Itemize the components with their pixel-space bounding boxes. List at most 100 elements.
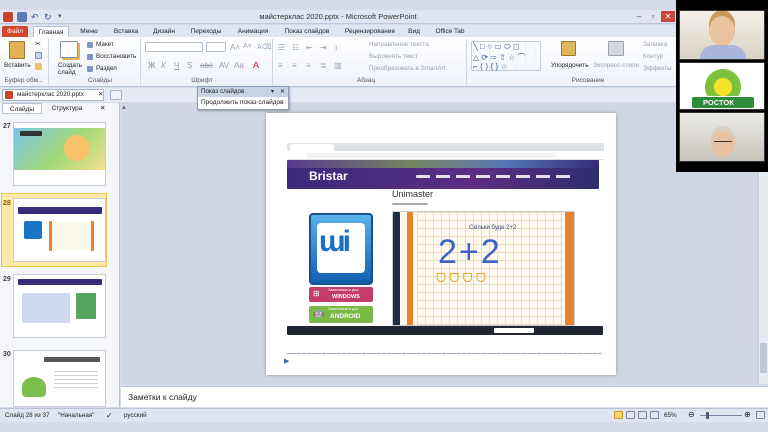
font-size-select[interactable]	[206, 42, 226, 52]
quick-styles-button[interactable]: Экспресс-стили	[593, 62, 639, 69]
slide-thumbnail-28[interactable]	[13, 198, 106, 262]
popup-menu-icon[interactable]: ▾	[271, 88, 274, 95]
line-spacing-icon[interactable]: ↕	[334, 43, 338, 52]
tab-menu[interactable]: Меню	[75, 26, 103, 37]
bold-icon[interactable]: Ж	[148, 61, 155, 70]
arrange-icon[interactable]	[561, 41, 576, 56]
convert-smartart-button[interactable]: Преобразовать в SmartArt	[369, 65, 445, 72]
zoom-out-icon[interactable]: ⊖	[688, 410, 695, 419]
taskbar-search	[494, 328, 534, 333]
tab-view[interactable]: Вид	[405, 26, 423, 37]
current-slide[interactable]: Bristar Unimaster ɯi Завантажити для WIN…	[266, 113, 616, 375]
justify-icon[interactable]: ≣	[320, 61, 327, 70]
site-nav-menu	[416, 175, 576, 178]
tab-office-tab[interactable]: Office Tab	[430, 26, 470, 37]
slide-dotted-line	[286, 353, 602, 354]
slide-thumbnail-29[interactable]	[13, 274, 106, 338]
tab-animation[interactable]: Анимация	[232, 26, 274, 37]
align-left-icon[interactable]: ≡	[278, 61, 283, 70]
slideshow-popup: Показ слайдов ▾ ✕ Продолжить показ слайд…	[197, 86, 289, 110]
char-spacing-icon[interactable]: AV	[219, 61, 229, 70]
shape-line-icon: ╲ □ ○ ▭ ⬭ ◻	[473, 42, 520, 51]
tab-file[interactable]: Файл	[2, 26, 28, 37]
tab-home[interactable]: Главная	[33, 26, 69, 37]
paste-button[interactable]: Вставить	[4, 62, 31, 69]
popup-header: Показ слайдов	[198, 87, 288, 97]
outline-button[interactable]: Контур	[643, 53, 663, 60]
language-indicator[interactable]: русский	[124, 412, 147, 419]
effects-button[interactable]: Эффекты	[643, 65, 672, 72]
decrease-indent-icon[interactable]: ⇤	[306, 43, 313, 52]
notes-placeholder: Заметки к слайду	[128, 392, 197, 402]
scroll-up-icon[interactable]: ▲	[121, 105, 127, 111]
reading-view-icon[interactable]	[638, 411, 647, 419]
clear-format-icon[interactable]: A⌫	[257, 43, 272, 51]
slideshow-view-icon[interactable]	[650, 411, 659, 419]
zoom-in-icon[interactable]: ⊕	[744, 410, 751, 419]
bullets-icon[interactable]: ☰	[278, 43, 285, 52]
close-button[interactable]: ✕	[661, 11, 675, 22]
restore-button[interactable]: ▫	[646, 11, 660, 22]
normal-view-icon[interactable]	[614, 411, 623, 419]
zoom-slider-thumb[interactable]	[706, 412, 709, 419]
new-tab-icon[interactable]	[110, 90, 122, 100]
tab-insert[interactable]: Вставка	[109, 26, 143, 37]
ribbon-tabs: Файл Главная Меню Вставка Дизайн Переход…	[0, 25, 676, 37]
popup-close-icon[interactable]: ✕	[280, 88, 285, 95]
minimize-button[interactable]: –	[632, 11, 646, 22]
close-panel-icon[interactable]: ✕	[100, 105, 105, 112]
new-slide-icon[interactable]	[60, 41, 78, 58]
close-tab-icon[interactable]: ✕	[98, 91, 103, 98]
participant-tile[interactable]	[679, 112, 765, 162]
arrange-button[interactable]: Упорядочить	[551, 62, 588, 69]
change-case-icon[interactable]: Aa	[234, 61, 244, 70]
new-slide-button[interactable]: Создать слайд	[58, 62, 84, 76]
tab-transitions[interactable]: Переходы	[186, 26, 226, 37]
play-slide-icon[interactable]: ▶	[284, 357, 289, 365]
font-color-icon[interactable]: A	[253, 60, 259, 70]
numbering-icon[interactable]: ☷	[292, 43, 299, 52]
resume-slideshow-item[interactable]: Продолжить показ слайдов	[201, 99, 284, 106]
shadow-icon[interactable]: S	[187, 61, 192, 70]
font-family-select[interactable]	[145, 42, 203, 52]
tab-outline[interactable]: Структура	[44, 103, 90, 114]
board-border-left	[407, 212, 413, 325]
tab-slides[interactable]: Слайды	[2, 103, 42, 114]
reset-button[interactable]: Восстановить	[96, 53, 136, 60]
participant-tile[interactable]: РОСТОК	[679, 62, 765, 110]
fill-button[interactable]: Заливка	[643, 41, 667, 48]
participant-tile[interactable]	[679, 10, 765, 60]
tab-review[interactable]: Рецензирование	[340, 26, 400, 37]
align-right-icon[interactable]: ≡	[306, 61, 311, 70]
tab-design[interactable]: Дизайн	[148, 26, 180, 37]
align-text-button[interactable]: Выровнять текст	[369, 53, 418, 60]
strikethrough-icon[interactable]: abc	[200, 61, 213, 70]
format-painter-icon[interactable]	[35, 63, 42, 70]
copy-icon[interactable]	[35, 52, 42, 59]
fit-slide-icon[interactable]	[756, 411, 765, 419]
ribbon: Вставить ✂ Буфер обм... Создать слайд Ма…	[0, 37, 676, 87]
underline-icon[interactable]: Ч	[174, 61, 179, 70]
zoom-level[interactable]: 65%	[664, 412, 677, 419]
layout-button[interactable]: Макет	[96, 41, 114, 48]
paste-icon[interactable]	[9, 41, 25, 59]
cut-icon[interactable]: ✂	[35, 41, 42, 48]
text-direction-button[interactable]: Направление текста	[369, 41, 429, 48]
notes-pane[interactable]: Заметки к слайду	[121, 386, 768, 407]
increase-indent-icon[interactable]: ⇥	[320, 43, 327, 52]
italic-icon[interactable]: К	[161, 61, 166, 70]
scroll-thumb[interactable]	[760, 343, 767, 373]
columns-icon[interactable]: ▥	[334, 61, 342, 70]
section-button[interactable]: Раздел	[96, 65, 117, 72]
sorter-view-icon[interactable]	[626, 411, 635, 419]
shrink-font-icon[interactable]: A˅	[243, 43, 252, 50]
align-center-icon[interactable]: ≡	[292, 61, 297, 70]
slide-thumbnail-30[interactable]	[13, 350, 106, 407]
tab-slideshow[interactable]: Показ слайдов	[280, 26, 334, 37]
slide-thumbnail-27[interactable]	[13, 122, 106, 186]
spellcheck-icon[interactable]: ✓	[106, 411, 113, 420]
thumb-image	[76, 293, 96, 319]
grow-font-icon[interactable]: A˄	[230, 43, 240, 52]
quick-styles-icon[interactable]	[608, 41, 624, 56]
app-toolbar-left	[393, 212, 400, 325]
